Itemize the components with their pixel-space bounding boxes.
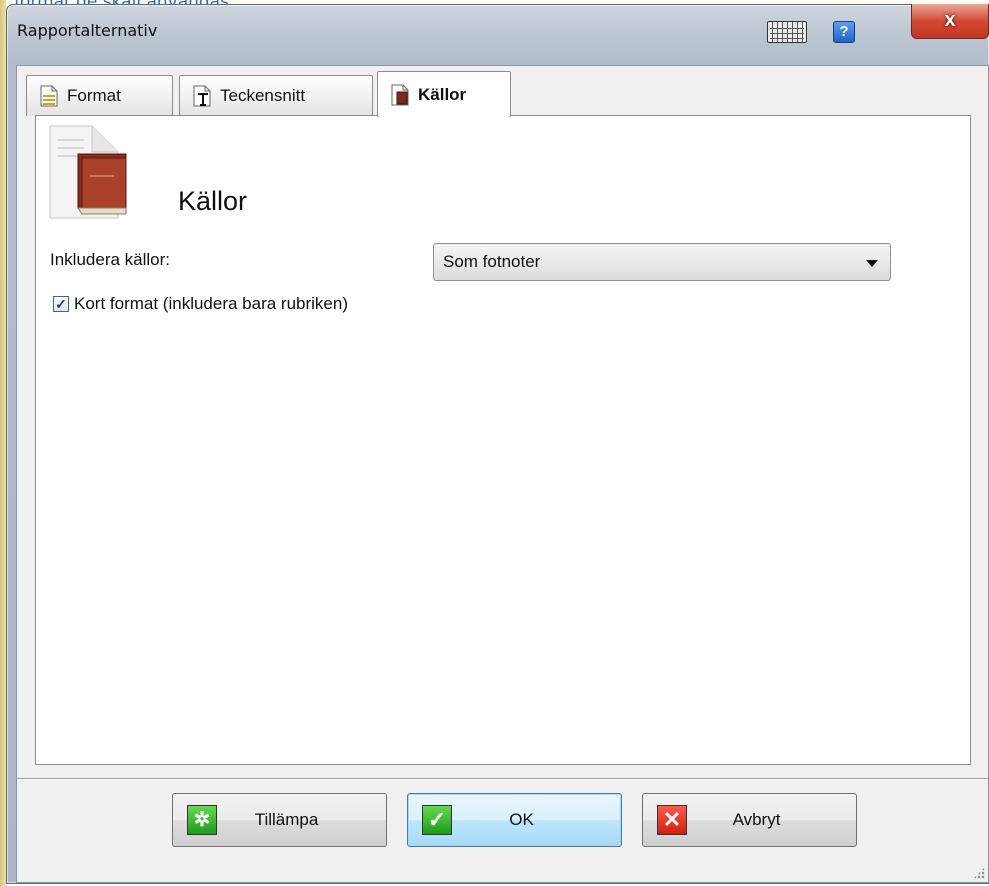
- keyboard-icon[interactable]: [767, 21, 807, 43]
- report-options-dialog: Rapportalternativ ? x Format Teckensnitt…: [6, 4, 989, 884]
- tab-kallor[interactable]: Källor: [377, 71, 511, 117]
- help-button[interactable]: ?: [833, 21, 855, 43]
- font-icon: [192, 85, 212, 107]
- sources-icon: [390, 84, 410, 106]
- tab-teckensnitt[interactable]: Teckensnitt: [179, 75, 373, 116]
- short-format-label[interactable]: Kort format (inkludera bara rubriken): [74, 294, 348, 314]
- close-button[interactable]: x: [911, 4, 989, 39]
- tab-teckensnitt-label: Teckensnitt: [220, 86, 306, 105]
- include-sources-label: Inkludera källor:: [50, 250, 171, 269]
- tab-format-label: Format: [67, 86, 121, 105]
- tab-kallor-label: Källor: [418, 84, 467, 104]
- cancel-button[interactable]: ✕ Avbryt: [642, 793, 857, 847]
- short-format-checkbox[interactable]: ✓: [53, 296, 69, 312]
- tab-format[interactable]: Format: [26, 75, 173, 116]
- section-title: Källor: [178, 186, 248, 216]
- ok-button-label: OK: [509, 810, 534, 829]
- cancel-button-label: Avbryt: [732, 810, 781, 829]
- window-title: Rapportalternativ: [17, 21, 158, 40]
- button-bar-divider: [17, 778, 988, 780]
- sources-book-icon: [48, 124, 136, 220]
- cancel-x-icon: ✕: [657, 805, 687, 835]
- apply-icon: ✲: [187, 805, 217, 835]
- sources-panel: Källor Inkludera källor: Som fotnoter ✓ …: [35, 115, 971, 765]
- chevron-down-icon: [866, 260, 878, 267]
- format-icon: [39, 85, 59, 107]
- include-sources-value: Som fotnoter: [443, 252, 541, 271]
- resize-grip-icon[interactable]: [973, 867, 985, 879]
- include-sources-select[interactable]: Som fotnoter: [433, 243, 891, 281]
- checkmark-icon: ✓: [422, 805, 452, 835]
- dialog-client-area: Format Teckensnitt Källor Källor Inklude…: [16, 65, 989, 883]
- apply-button[interactable]: ✲ Tillämpa: [172, 793, 387, 847]
- ok-button[interactable]: ✓ OK: [407, 793, 622, 847]
- apply-button-label: Tillämpa: [254, 810, 319, 829]
